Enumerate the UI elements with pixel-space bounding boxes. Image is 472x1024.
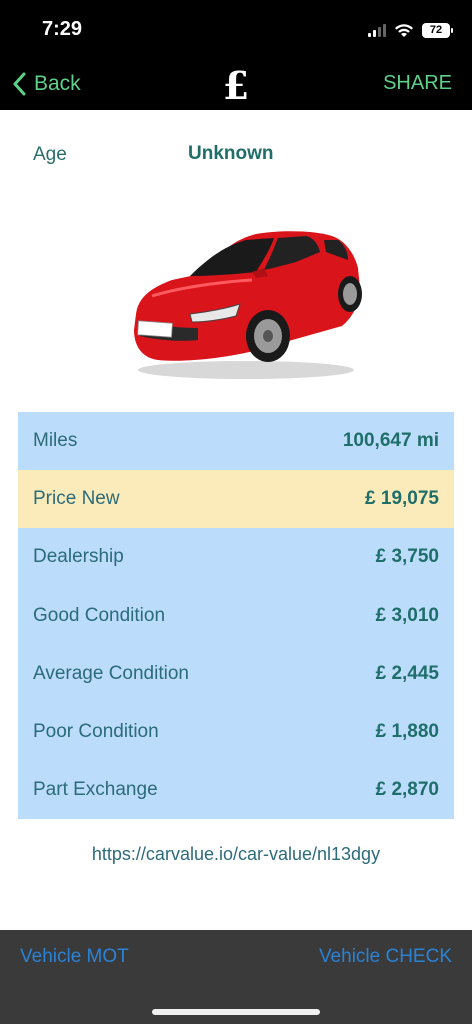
- car-value-link[interactable]: https://carvalue.io/car-value/nl13dgy: [0, 844, 472, 865]
- age-label: Age: [33, 144, 67, 165]
- row-value: £ 2,445: [375, 662, 439, 684]
- status-time: 7:29: [42, 18, 83, 40]
- row-value: £ 1,880: [375, 721, 439, 743]
- age-value: Unknown: [188, 143, 274, 164]
- row-label: Average Condition: [33, 662, 189, 684]
- row-label: Price New: [33, 488, 120, 510]
- home-indicator: [152, 1009, 320, 1015]
- status-bar: 7:29 72: [0, 0, 472, 58]
- row-value: 100,647 mi: [342, 430, 439, 452]
- bottom-bar: Vehicle MOT Vehicle CHECK: [0, 930, 472, 1024]
- age-row: Age Unknown: [0, 140, 472, 170]
- row-part-exchange: Part Exchange £ 2,870: [18, 761, 454, 819]
- share-button[interactable]: SHARE: [383, 72, 452, 95]
- row-good-condition: Good Condition £ 3,010: [18, 587, 454, 645]
- row-value: £ 19,075: [365, 488, 439, 510]
- row-label: Dealership: [33, 546, 124, 568]
- row-value: £ 3,010: [375, 604, 439, 626]
- vehicle-mot-button[interactable]: Vehicle MOT: [20, 946, 129, 968]
- wifi-icon: [395, 23, 413, 37]
- nav-bar: Back £ SHARE: [0, 58, 472, 110]
- row-label: Poor Condition: [33, 721, 159, 743]
- row-miles: Miles 100,647 mi: [18, 412, 454, 470]
- battery-icon: 72: [422, 22, 453, 38]
- row-value: £ 3,750: [375, 546, 439, 568]
- row-poor-condition: Poor Condition £ 1,880: [18, 703, 454, 761]
- row-dealership: Dealership £ 3,750: [18, 528, 454, 586]
- row-value: £ 2,870: [375, 779, 439, 801]
- status-icons: 72: [368, 20, 453, 40]
- row-label: Part Exchange: [33, 779, 158, 801]
- cellular-signal-icon: [368, 23, 386, 37]
- row-label: Miles: [33, 430, 78, 452]
- row-label: Good Condition: [33, 604, 166, 626]
- row-price-new: Price New £ 19,075: [18, 470, 454, 529]
- value-table: Miles 100,647 mi Price New £ 19,075 Deal…: [18, 412, 454, 820]
- vehicle-check-button[interactable]: Vehicle CHECK: [319, 946, 452, 968]
- car-image: [128, 222, 364, 380]
- row-average-condition: Average Condition £ 2,445: [18, 645, 454, 703]
